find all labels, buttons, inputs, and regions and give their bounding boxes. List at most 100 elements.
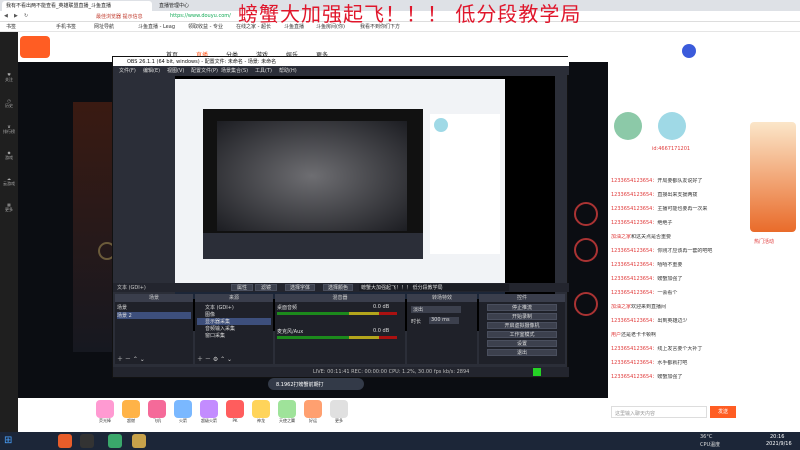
chat-user[interactable]: 1233654123654： — [611, 374, 657, 380]
chat-user[interactable]: 1233654123654： — [611, 290, 657, 296]
obs-preview[interactable] — [175, 76, 555, 331]
menu-tools[interactable]: 工具(T) — [255, 67, 272, 74]
chat-user[interactable]: 1233654123654： — [611, 220, 657, 226]
virtual-camera-button[interactable]: 开启虚拟摄像机 — [487, 322, 557, 329]
properties-button[interactable]: 属性 — [231, 284, 253, 291]
chat-text: 直接出来支援两拨 — [657, 192, 698, 198]
tab-title: 我有不看出两不能查看_英雄联盟直播_斗鱼直播 — [6, 3, 112, 9]
source-add-remove-icons[interactable]: ＋ － ⚙ ⌃ ⌄ — [197, 354, 232, 363]
browser-taskbar-icon[interactable] — [58, 434, 72, 448]
bookmark-item[interactable]: 领取收益 - 专业 — [188, 23, 223, 30]
cpu-temp: 36°C — [700, 434, 713, 440]
clock-time[interactable]: 20:16 — [770, 434, 784, 440]
menu-edit[interactable]: 编辑(E) — [143, 67, 160, 74]
obs-window[interactable]: OBS 26.1.1 (64 bit, windows) - 配置文件: 未命名… — [112, 56, 569, 378]
chat-user[interactable]: 1233654123654： — [611, 346, 657, 352]
fan-avatar[interactable] — [658, 112, 686, 140]
back-icon[interactable]: ◀ — [4, 13, 8, 19]
menu-help[interactable]: 帮助(H) — [279, 67, 297, 74]
anchor-avatar[interactable] — [614, 112, 642, 140]
sidebar-item-history[interactable]: ◷ 历史 — [1, 98, 17, 118]
scene-item-selected[interactable]: 场景 2 — [117, 312, 191, 319]
bookmark-item[interactable]: 书签 — [6, 23, 16, 30]
select-color-button[interactable]: 选择颜色 — [323, 284, 353, 291]
gift-icon — [174, 400, 192, 418]
chat-user[interactable]: 加油之家 — [611, 234, 631, 240]
chat-text: 出到英雄边少 — [657, 318, 688, 324]
browser-tab-active[interactable]: 我有不看出两不能查看_英雄联盟直播_斗鱼直播 — [2, 1, 152, 11]
gift-item[interactable]: 好运 — [302, 400, 324, 426]
gift-item[interactable]: 天使之翼 — [276, 400, 298, 426]
gift-item[interactable]: 神龙 — [250, 400, 272, 426]
bookmark-item[interactable]: 网址导航 — [94, 23, 114, 30]
gift-item[interactable]: 超级火箭 — [198, 400, 220, 426]
chat-message: 1233654123654：螃蟹加强了 — [611, 374, 737, 381]
gift-item[interactable]: 火箭 — [172, 400, 194, 426]
sidebar-item-game[interactable]: ◆ 游戏 — [1, 150, 17, 170]
chat-text: 一会看个 — [657, 290, 678, 296]
start-recording-button[interactable]: 开始录制 — [487, 313, 557, 320]
gift-item[interactable]: 更多 — [328, 400, 350, 426]
chat-user[interactable]: 1233654123654： — [611, 318, 657, 324]
chat-user[interactable]: 1233654123654： — [611, 178, 657, 184]
chat-text: 主播可能也要再一次来 — [657, 206, 708, 212]
source-item[interactable]: 音频输入采集 — [205, 325, 235, 332]
transition-select[interactable]: 淡出 — [411, 306, 461, 313]
bookmark-item[interactable]: 手机书签 — [56, 23, 76, 30]
source-item[interactable]: 图像 — [205, 311, 215, 318]
source-item[interactable]: 文本 (GDI+) — [205, 304, 234, 311]
chat-user[interactable]: 用户 — [611, 332, 621, 338]
gift-label: 超级火箭 — [201, 418, 217, 423]
gift-item[interactable]: 荧光棒 — [94, 400, 116, 426]
clock-date[interactable]: 2021/9/16 — [766, 441, 792, 447]
menu-profile[interactable]: 配置文件(P) — [191, 67, 218, 74]
menu-scene-collection[interactable]: 场景集合(S) — [221, 67, 248, 74]
studio-mode-button[interactable]: 工作室模式 — [487, 331, 557, 338]
chat-input[interactable]: 这里输入聊天内容 — [611, 406, 707, 418]
sidebar-label: 更多 — [5, 207, 13, 212]
game-ability-icon — [574, 202, 598, 226]
game-taskbar-icon[interactable] — [132, 434, 146, 448]
duration-input[interactable]: 300 ms — [429, 317, 459, 324]
url-text[interactable]: https://www.douyu.com/ — [170, 13, 231, 19]
promo-banner[interactable] — [750, 122, 796, 232]
douyu-logo[interactable] — [20, 36, 50, 58]
gift-item[interactable]: 飞机 — [146, 400, 168, 426]
select-font-button[interactable]: 选择字体 — [285, 284, 315, 291]
obs-taskbar-icon[interactable] — [80, 434, 94, 448]
scene-add-remove-icons[interactable]: ＋ － ⌃ ⌄ — [117, 354, 145, 363]
chat-user[interactable]: 1233654123654： — [611, 192, 657, 198]
chat-user[interactable]: 1233654123654： — [611, 360, 657, 366]
chat-user[interactable]: 1233654123654： — [611, 206, 657, 212]
send-button[interactable]: 发送 — [710, 406, 736, 418]
refresh-icon[interactable]: ↻ — [24, 13, 28, 19]
sidebar-item-more[interactable]: ▦ 更多 — [1, 202, 17, 222]
avatar[interactable] — [682, 44, 696, 58]
source-item-selected[interactable]: 显示器采集 — [197, 318, 271, 325]
mixer-level: 0.0 dB — [373, 304, 390, 310]
stop-streaming-button[interactable]: 停止推流 — [487, 304, 557, 311]
chat-text: 嘻嘻不重要 — [657, 262, 683, 268]
gift-item[interactable]: 超燃 — [120, 400, 142, 426]
windows-start-icon[interactable]: ⊞ — [4, 434, 18, 448]
text-input[interactable]: 螃蟹大加强起飞！！！ 低分段教学局 — [359, 284, 509, 291]
chat-user[interactable]: 1233654123654： — [611, 262, 657, 268]
chat-user[interactable]: 1233654123654： — [611, 248, 657, 254]
settings-button[interactable]: 设置 — [487, 340, 557, 347]
menu-view[interactable]: 视图(V) — [167, 67, 184, 74]
filters-button[interactable]: 滤镜 — [255, 284, 277, 291]
chat-user[interactable]: 1233654123654： — [611, 276, 657, 282]
app-taskbar-icon[interactable] — [108, 434, 122, 448]
chat-user[interactable]: 加油之家 — [611, 304, 631, 310]
sidebar-item-cloud[interactable]: ☁ 云游戏 — [1, 176, 17, 196]
scene-item[interactable]: 场景 — [117, 304, 127, 311]
menu-file[interactable]: 文件(F) — [119, 67, 136, 74]
bookmark-item[interactable]: 斗鱼直播 - Leag — [138, 23, 175, 30]
gift-item[interactable]: PK — [224, 400, 246, 426]
forward-icon[interactable]: ▶ — [14, 13, 18, 19]
sidebar-item-rank[interactable]: ♛ 排行榜 — [1, 124, 17, 144]
browser-tab-2[interactable]: 直播管理中心 — [155, 1, 225, 11]
sidebar-item-follow[interactable]: ♥ 关注 — [1, 72, 17, 92]
exit-button[interactable]: 退出 — [487, 349, 557, 356]
source-item[interactable]: 窗口采集 — [205, 332, 225, 339]
